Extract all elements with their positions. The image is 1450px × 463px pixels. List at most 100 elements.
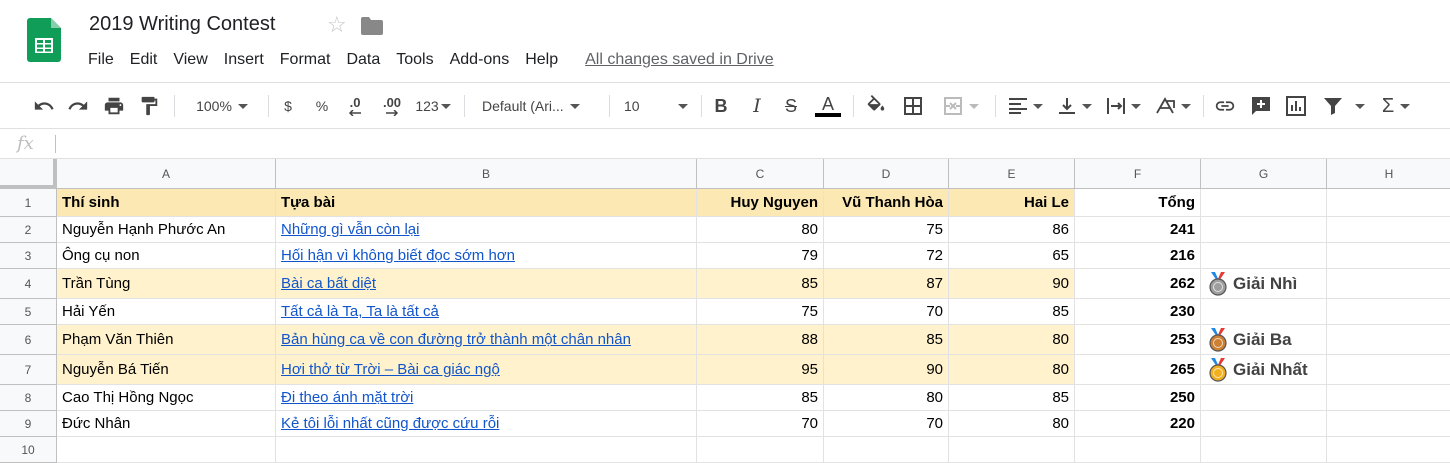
row-header-6[interactable]: 6 — [0, 325, 57, 355]
filter-icon[interactable] — [1320, 93, 1368, 119]
empty-cell[interactable] — [1201, 437, 1327, 463]
header-cell-total[interactable]: Tổng — [1075, 189, 1201, 217]
empty-cell[interactable] — [276, 437, 697, 463]
empty-cell[interactable] — [1327, 217, 1450, 243]
font-size-select[interactable]: 10 — [624, 93, 690, 119]
column-header-c[interactable]: C — [697, 159, 824, 189]
score-cell[interactable]: 75 — [824, 217, 949, 243]
redo-icon[interactable] — [65, 93, 91, 119]
total-cell[interactable]: 262 — [1075, 269, 1201, 299]
total-cell[interactable]: 216 — [1075, 243, 1201, 269]
row-header-3[interactable]: 3 — [0, 243, 57, 269]
title-link[interactable]: Bản hùng ca về con đường trở thành một c… — [281, 331, 631, 348]
header-cell-contestant[interactable]: Thí sinh — [57, 189, 276, 217]
menu-file[interactable]: File — [80, 49, 122, 71]
score-cell[interactable]: 80 — [949, 325, 1075, 355]
undo-icon[interactable] — [31, 93, 57, 119]
contestant-name-cell[interactable]: Cao Thị Hồng Ngọc — [57, 385, 276, 411]
essay-title-cell[interactable]: Đi theo ánh mặt trời — [276, 385, 697, 411]
score-cell[interactable]: 87 — [824, 269, 949, 299]
column-header-e[interactable]: E — [949, 159, 1075, 189]
total-cell[interactable]: 265 — [1075, 355, 1201, 385]
score-cell[interactable]: 85 — [824, 325, 949, 355]
decrease-decimal-button[interactable]: .0 — [343, 93, 367, 119]
contestant-name-cell[interactable]: Nguyễn Hạnh Phước An — [57, 217, 276, 243]
score-cell[interactable]: 80 — [697, 217, 824, 243]
document-title[interactable]: 2019 Writing Contest — [89, 13, 275, 36]
empty-cell[interactable] — [1327, 189, 1450, 217]
fill-color-icon[interactable] — [864, 93, 888, 119]
row-header-8[interactable]: 8 — [0, 385, 57, 411]
menu-view[interactable]: View — [165, 49, 215, 71]
column-header-f[interactable]: F — [1075, 159, 1201, 189]
text-rotation-icon[interactable] — [1152, 93, 1194, 119]
folder-icon[interactable] — [361, 16, 383, 36]
column-header-h[interactable]: H — [1327, 159, 1450, 189]
borders-icon[interactable] — [901, 93, 925, 119]
insert-comment-icon[interactable] — [1249, 93, 1273, 119]
score-cell[interactable]: 85 — [697, 269, 824, 299]
empty-cell[interactable] — [1327, 269, 1450, 299]
title-link[interactable]: Đi theo ánh mặt trời — [281, 389, 413, 406]
empty-cell[interactable] — [1201, 189, 1327, 217]
empty-cell[interactable] — [949, 437, 1075, 463]
empty-cell[interactable] — [1201, 217, 1327, 243]
text-color-icon[interactable]: A — [814, 93, 842, 119]
empty-cell[interactable] — [1201, 243, 1327, 269]
contestant-name-cell[interactable]: Ông cụ non — [57, 243, 276, 269]
empty-cell[interactable] — [1327, 243, 1450, 269]
score-cell[interactable]: 75 — [697, 299, 824, 325]
essay-title-cell[interactable]: Hơi thở từ Trời – Bài ca giác ngộ — [276, 355, 697, 385]
total-cell[interactable]: 230 — [1075, 299, 1201, 325]
row-header-9[interactable]: 9 — [0, 411, 57, 437]
contestant-name-cell[interactable]: Hải Yến — [57, 299, 276, 325]
score-cell[interactable]: 70 — [824, 299, 949, 325]
total-cell[interactable]: 253 — [1075, 325, 1201, 355]
horizontal-align-icon[interactable] — [1006, 93, 1046, 119]
empty-cell[interactable] — [824, 437, 949, 463]
column-header-b[interactable]: B — [276, 159, 697, 189]
essay-title-cell[interactable]: Tất cả là Ta, Ta là tất cả — [276, 299, 697, 325]
score-cell[interactable]: 80 — [949, 411, 1075, 437]
menu-data[interactable]: Data — [338, 49, 388, 71]
paint-format-icon[interactable] — [136, 93, 162, 119]
merge-cells-icon[interactable] — [938, 93, 984, 119]
row-header-2[interactable]: 2 — [0, 217, 57, 243]
column-header-g[interactable]: G — [1201, 159, 1327, 189]
empty-cell[interactable] — [1201, 385, 1327, 411]
column-header-d[interactable]: D — [824, 159, 949, 189]
total-cell[interactable]: 250 — [1075, 385, 1201, 411]
score-cell[interactable]: 86 — [949, 217, 1075, 243]
font-family-select[interactable]: Default (Ari... — [482, 93, 597, 119]
menu-tools[interactable]: Tools — [388, 49, 441, 71]
star-icon[interactable]: ☆ — [327, 12, 347, 38]
empty-cell[interactable] — [57, 437, 276, 463]
menu-format[interactable]: Format — [272, 49, 339, 71]
row-header-5[interactable]: 5 — [0, 299, 57, 325]
empty-cell[interactable] — [1327, 411, 1450, 437]
zoom-select[interactable]: 100% — [186, 93, 258, 119]
row-header-10[interactable]: 10 — [0, 437, 57, 463]
more-formats-button[interactable]: 123 — [413, 93, 453, 119]
row-header-7[interactable]: 7 — [0, 355, 57, 385]
empty-cell[interactable] — [1327, 385, 1450, 411]
empty-cell[interactable] — [1327, 355, 1450, 385]
essay-title-cell[interactable]: Kẻ tôi lỗi nhất cũng được cứu rỗi — [276, 411, 697, 437]
score-cell[interactable]: 72 — [824, 243, 949, 269]
menu-help[interactable]: Help — [517, 49, 566, 71]
strikethrough-icon[interactable]: S — [780, 93, 802, 119]
contestant-name-cell[interactable]: Trần Tùng — [57, 269, 276, 299]
formula-input[interactable] — [60, 129, 1450, 159]
essay-title-cell[interactable]: Bài ca bất diệt — [276, 269, 697, 299]
score-cell[interactable]: 85 — [949, 385, 1075, 411]
score-cell[interactable]: 70 — [697, 411, 824, 437]
percent-format-button[interactable]: % — [313, 93, 331, 119]
contestant-name-cell[interactable]: Nguyễn Bá Tiến — [57, 355, 276, 385]
insert-link-icon[interactable] — [1213, 93, 1237, 119]
title-link[interactable]: Hơi thở từ Trời – Bài ca giác ngộ — [281, 361, 500, 378]
menu-addons[interactable]: Add-ons — [442, 49, 518, 71]
header-cell-judge-1[interactable]: Huy Nguyen — [697, 189, 824, 217]
total-cell[interactable]: 220 — [1075, 411, 1201, 437]
title-link[interactable]: Tất cả là Ta, Ta là tất cả — [281, 303, 439, 320]
empty-cell[interactable] — [1201, 299, 1327, 325]
